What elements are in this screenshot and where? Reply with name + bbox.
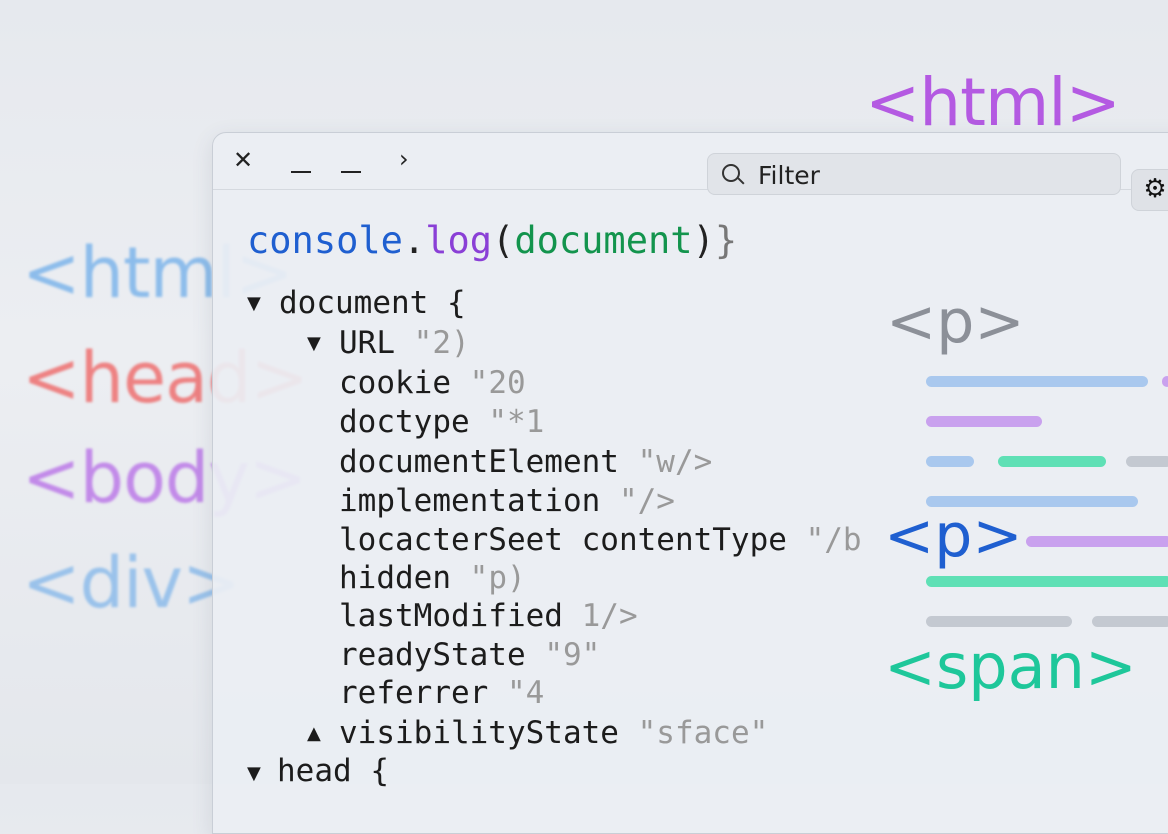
property-key: hidden bbox=[339, 560, 451, 596]
property-value: "p) bbox=[469, 560, 526, 596]
expand-url-icon[interactable]: ▼ bbox=[307, 333, 321, 354]
property-value: "w/> bbox=[637, 444, 713, 480]
property-url[interactable]: URL "2) bbox=[339, 325, 470, 361]
property-row[interactable]: referrer "4 bbox=[339, 675, 544, 711]
gear-icon: ⚙ bbox=[1143, 174, 1167, 204]
code-line bbox=[926, 456, 974, 467]
cmd-object: console bbox=[247, 219, 403, 262]
property-row[interactable]: hidden "p) bbox=[339, 560, 526, 596]
collapse-button[interactable] bbox=[339, 147, 367, 175]
search-icon bbox=[722, 164, 740, 182]
property-key: cookie bbox=[339, 365, 451, 401]
property-key: readyState bbox=[339, 637, 526, 673]
cmd-close: ) bbox=[692, 219, 715, 262]
code-line bbox=[1162, 376, 1168, 387]
settings-button[interactable]: ⚙ bbox=[1131, 169, 1168, 211]
property-value: "/> bbox=[618, 483, 675, 519]
code-line bbox=[1026, 536, 1168, 547]
tag-span-teal: <span> bbox=[884, 630, 1137, 703]
titlebar: ✕ › Filter ⚙ bbox=[213, 133, 1168, 211]
property-value: "/b bbox=[805, 522, 862, 558]
code-line bbox=[926, 616, 1072, 627]
property-value: "4 bbox=[506, 675, 545, 711]
property-row[interactable]: implementation "/> bbox=[339, 483, 675, 519]
collapse-visibility-icon[interactable]: ▲ bbox=[307, 723, 321, 744]
property-visibility-state[interactable]: visibilityState "sface" bbox=[339, 715, 768, 751]
property-key: doctype bbox=[339, 404, 470, 440]
property-value: 1/> bbox=[581, 598, 638, 634]
property-row[interactable]: doctype "*1 bbox=[339, 404, 544, 440]
cmd-open: ( bbox=[492, 219, 515, 262]
code-line bbox=[998, 456, 1106, 467]
property-key: URL bbox=[339, 325, 395, 361]
tag-p-blue: <p> bbox=[884, 501, 1023, 571]
property-key: visibilityState bbox=[339, 715, 619, 751]
chevron-right-icon[interactable]: › bbox=[399, 147, 427, 175]
code-line bbox=[926, 416, 1042, 427]
document-node[interactable]: document { bbox=[279, 285, 466, 321]
property-key: implementation bbox=[339, 483, 601, 519]
filter-input[interactable]: Filter bbox=[758, 161, 820, 190]
tag-p-gray: <p> bbox=[886, 287, 1025, 357]
bg-tag-div: <div> bbox=[22, 542, 241, 624]
code-line bbox=[1092, 616, 1168, 627]
cmd-arg: document bbox=[514, 219, 693, 262]
property-key: referrer bbox=[339, 675, 489, 711]
property-key: locacterSeet contentType bbox=[339, 522, 787, 558]
bg-tag-html-top-right: <html> bbox=[865, 64, 1121, 141]
cmd-dot: . bbox=[402, 219, 426, 262]
property-row[interactable]: locacterSeet contentType "/b bbox=[339, 522, 862, 558]
console-command: console.log(document)} bbox=[247, 219, 737, 262]
property-value: "20 bbox=[469, 365, 526, 401]
console-window: ✕ › Filter ⚙ console.log(document)} ▼ do… bbox=[212, 132, 1168, 834]
property-row[interactable]: cookie "20 bbox=[339, 365, 526, 401]
filter-search-field[interactable]: Filter bbox=[707, 153, 1121, 195]
expand-head-icon[interactable]: ▼ bbox=[247, 763, 261, 784]
code-line bbox=[926, 376, 1148, 387]
cmd-method: log bbox=[425, 219, 493, 262]
property-row[interactable]: readyState "9" bbox=[339, 637, 600, 673]
property-value: "sface" bbox=[637, 715, 769, 751]
cmd-tail: } bbox=[714, 219, 738, 262]
property-key: lastModified bbox=[339, 598, 563, 634]
minimize-button[interactable] bbox=[289, 147, 317, 175]
code-line bbox=[926, 576, 1168, 587]
code-line bbox=[1126, 456, 1168, 467]
property-value: "9" bbox=[544, 637, 601, 673]
property-value: "*1 bbox=[488, 404, 545, 440]
property-value: "2) bbox=[413, 325, 470, 361]
expand-document-icon[interactable]: ▼ bbox=[247, 293, 261, 314]
property-row[interactable]: documentElement "w/> bbox=[339, 444, 712, 480]
close-button[interactable]: ✕ bbox=[233, 147, 261, 175]
property-key: documentElement bbox=[339, 444, 619, 480]
property-row[interactable]: lastModified 1/> bbox=[339, 598, 638, 634]
